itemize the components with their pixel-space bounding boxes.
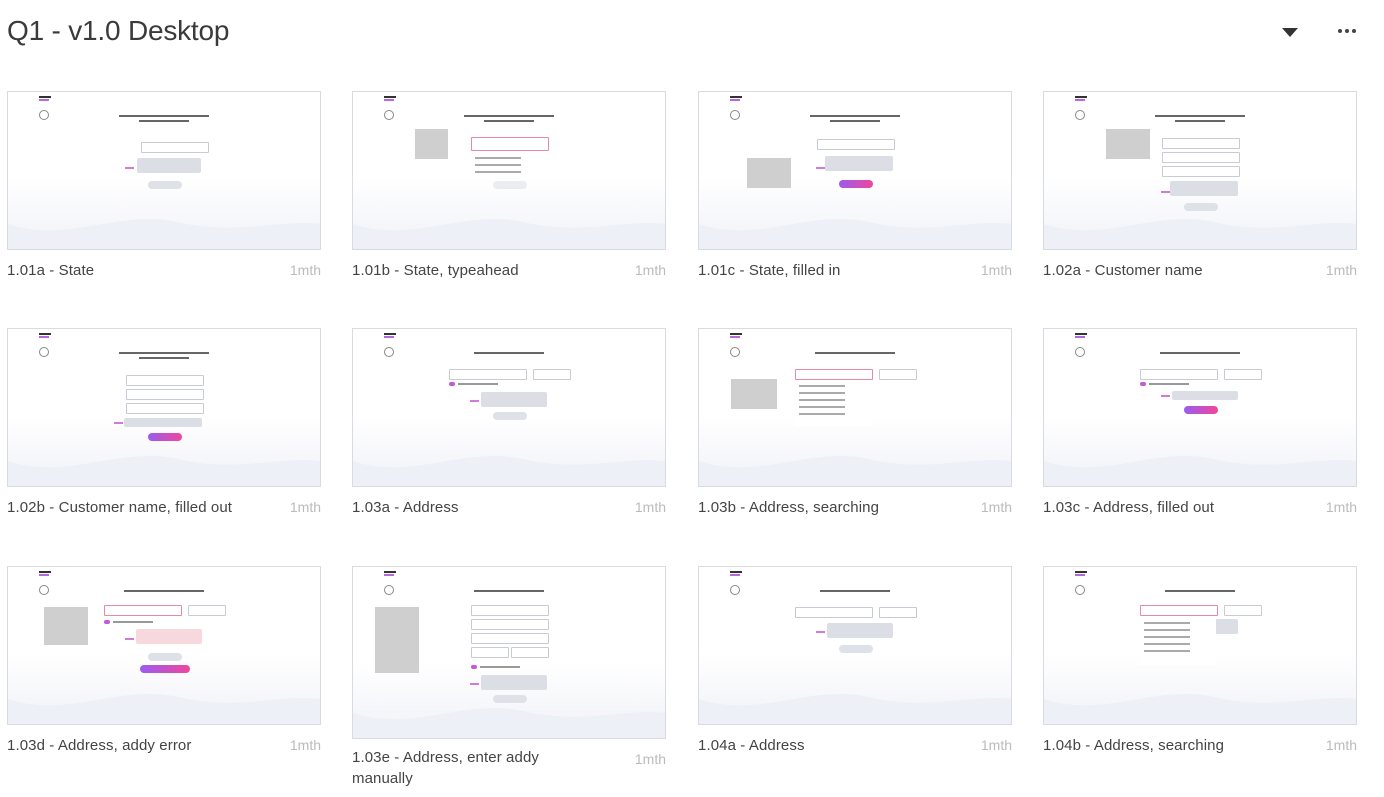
page-header: Q1 - v1.0 Desktop [7, 12, 1384, 52]
frame-name[interactable]: 1.01a - State [7, 262, 94, 279]
frame-card[interactable]: 1.03a - Address 1mth [352, 328, 666, 523]
header-actions [1282, 24, 1356, 37]
frame-age: 1mth [1325, 737, 1357, 753]
frame-age: 1mth [1325, 262, 1357, 278]
frame-name[interactable]: 1.02b - Customer name, filled out [7, 499, 232, 516]
frame-age: 1mth [634, 262, 666, 278]
frame-name[interactable]: 1.03a - Address [352, 499, 459, 516]
frame-age: 1mth [634, 499, 666, 515]
frame-thumbnail[interactable] [1043, 91, 1357, 250]
frame-name[interactable]: 1.03c - Address, filled out [1043, 499, 1214, 516]
frame-name[interactable]: 1.03d - Address, addy error [7, 737, 191, 754]
frame-card[interactable]: 1.01b - State, typeahead 1mth [352, 91, 666, 286]
frame-card[interactable]: 1.02a - Customer name 1mth [1043, 91, 1357, 286]
frame-card[interactable]: 1.04b - Address, searching 1mth [1043, 566, 1357, 761]
frame-card[interactable]: 1.03d - Address, addy error 1mth [7, 566, 321, 761]
frame-age: 1mth [980, 262, 1012, 278]
frame-thumbnail[interactable] [698, 328, 1012, 487]
frame-name[interactable]: 1.03b - Address, searching [698, 499, 879, 516]
frame-thumbnail[interactable] [352, 328, 666, 487]
frame-thumbnail[interactable] [7, 91, 321, 250]
frame-name[interactable]: 1.03e - Address, enter addy manually [352, 747, 552, 789]
frame-card[interactable]: 1.03c - Address, filled out 1mth [1043, 328, 1357, 523]
frame-age: 1mth [289, 499, 321, 515]
frame-card[interactable]: 1.04a - Address 1mth [698, 566, 1012, 761]
frame-age: 1mth [289, 262, 321, 278]
page-title: Q1 - v1.0 Desktop [7, 15, 230, 46]
frame-thumbnail[interactable] [1043, 566, 1357, 725]
frame-thumbnail[interactable] [698, 566, 1012, 725]
frame-name[interactable]: 1.04b - Address, searching [1043, 737, 1224, 754]
frame-age: 1mth [1325, 499, 1357, 515]
frame-age: 1mth [289, 737, 321, 753]
frame-thumbnail[interactable] [1043, 328, 1357, 487]
frame-thumbnail[interactable] [7, 328, 321, 487]
frame-thumbnail[interactable] [698, 91, 1012, 250]
frame-card[interactable]: 1.01c - State, filled in 1mth [698, 91, 1012, 286]
frame-card[interactable]: 1.01a - State 1mth [7, 91, 321, 286]
frame-card[interactable]: 1.02b - Customer name, filled out 1mth [7, 328, 321, 523]
frame-name[interactable]: 1.01b - State, typeahead [352, 262, 519, 279]
frame-name[interactable]: 1.02a - Customer name [1043, 262, 1203, 279]
frame-name[interactable]: 1.01c - State, filled in [698, 262, 840, 279]
frame-card[interactable]: 1.03e - Address, enter addy manually 1mth [352, 566, 666, 787]
frame-card[interactable]: 1.03b - Address, searching 1mth [698, 328, 1012, 523]
frame-name[interactable]: 1.04a - Address [698, 737, 805, 754]
chevron-down-icon[interactable] [1282, 28, 1298, 37]
frame-thumbnail[interactable] [7, 566, 321, 725]
frame-age: 1mth [980, 737, 1012, 753]
frame-age: 1mth [980, 499, 1012, 515]
frame-age: 1mth [634, 751, 666, 767]
frame-thumbnail[interactable] [352, 91, 666, 250]
frame-thumbnail[interactable] [352, 566, 666, 739]
more-options-icon[interactable] [1338, 25, 1356, 37]
